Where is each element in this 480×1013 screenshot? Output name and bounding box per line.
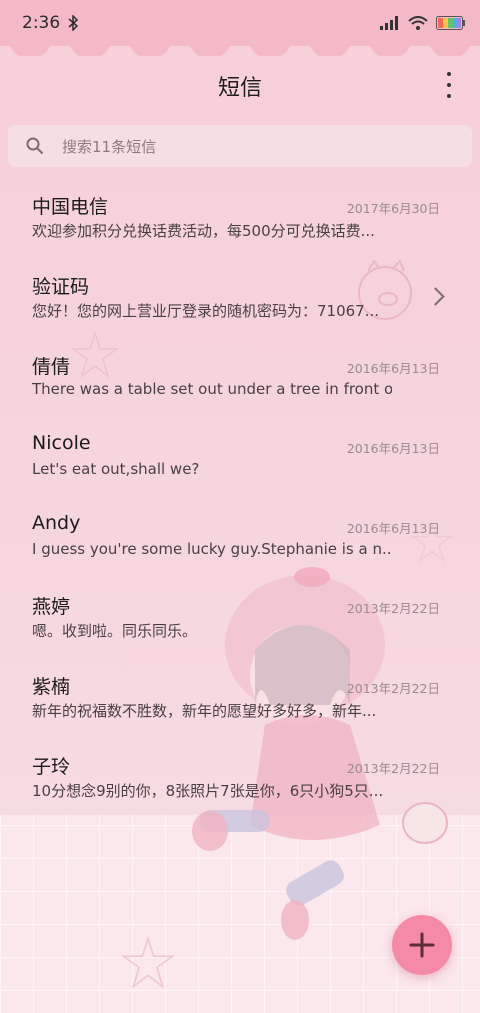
conversation-item[interactable]: 燕婷 2013年2月22日 嗯。收到啦。同乐同乐。 xyxy=(0,580,480,660)
conversation-item[interactable]: 验证码 您好！您的网上营业厅登录的随机密码为：71067... xyxy=(0,260,480,340)
contact-name: Andy xyxy=(32,512,81,534)
message-date: 2016年6月13日 xyxy=(346,361,440,376)
message-date: 2017年6月30日 xyxy=(346,201,440,216)
message-date: 2013年2月22日 xyxy=(346,601,440,616)
search-icon xyxy=(26,137,44,155)
search-input[interactable]: 搜索11条短信 xyxy=(8,125,472,167)
contact-name: 燕婷 xyxy=(32,596,71,618)
message-date: 2013年2月22日 xyxy=(346,681,440,696)
contact-name: 验证码 xyxy=(32,276,90,298)
more-icon[interactable] xyxy=(444,72,454,98)
starfish-doodle-icon-3 xyxy=(120,935,176,989)
message-preview: 欢迎参加积分兑换话费活动，每500分可兑换话费... xyxy=(32,222,375,240)
conversation-item[interactable]: Nicole 2016年6月13日 Let's eat out,shall we… xyxy=(0,420,480,500)
contact-name: 中国电信 xyxy=(32,196,109,218)
contact-name: 紫楠 xyxy=(32,676,71,698)
contact-name: Nicole xyxy=(32,432,91,454)
conversation-item[interactable]: 紫楠 2013年2月22日 新年的祝福数不胜数，新年的愿望好多好多，新年... xyxy=(0,660,480,740)
wifi-icon xyxy=(408,16,428,30)
message-preview: 您好！您的网上营业厅登录的随机密码为：71067... xyxy=(32,302,380,320)
contact-name: 倩倩 xyxy=(32,356,71,378)
conversation-item[interactable]: 中国电信 2017年6月30日 欢迎参加积分兑换话费活动，每500分可兑换话费.… xyxy=(0,180,480,260)
conversation-item[interactable]: Andy 2016年6月13日 I guess you're some luck… xyxy=(0,500,480,580)
signal-icon xyxy=(380,16,398,30)
message-preview: I guess you're some lucky guy.Stephanie … xyxy=(32,540,392,558)
status-time: 2:36 xyxy=(22,13,61,33)
conversation-item[interactable]: 倩倩 2016年6月13日 There was a table set out … xyxy=(0,340,480,420)
bluetooth-icon xyxy=(68,15,79,31)
compose-button[interactable] xyxy=(392,915,452,975)
message-preview: Let's eat out,shall we? xyxy=(32,460,200,478)
battery-icon xyxy=(436,16,465,30)
compose-icon xyxy=(409,932,435,958)
message-preview: 新年的祝福数不胜数，新年的愿望好多好多，新年... xyxy=(32,702,377,720)
conversation-item[interactable]: 子玲 2013年2月22日 10分想念9别的你，8张照片7张是你，6只小狗5只.… xyxy=(0,740,480,820)
contact-name: 子玲 xyxy=(32,756,71,778)
message-preview: There was a table set out under a tree i… xyxy=(32,380,392,398)
message-date: 2013年2月22日 xyxy=(346,761,440,776)
message-preview: 10分想念9别的你，8张照片7张是你，6只小狗5只... xyxy=(32,782,384,800)
message-date: 2016年6月13日 xyxy=(346,521,440,536)
app-bar: 短信 xyxy=(0,60,480,108)
search-placeholder: 搜索11条短信 xyxy=(62,137,157,156)
conversation-list: 中国电信 2017年6月30日 欢迎参加积分兑换话费活动，每500分可兑换话费.… xyxy=(0,180,480,820)
page-title: 短信 xyxy=(217,76,262,101)
message-date: 2016年6月13日 xyxy=(346,441,440,456)
message-preview: 嗯。收到啦。同乐同乐。 xyxy=(32,622,198,640)
status-bar: 2:36 xyxy=(0,0,480,46)
chevron-right-icon xyxy=(426,287,445,306)
